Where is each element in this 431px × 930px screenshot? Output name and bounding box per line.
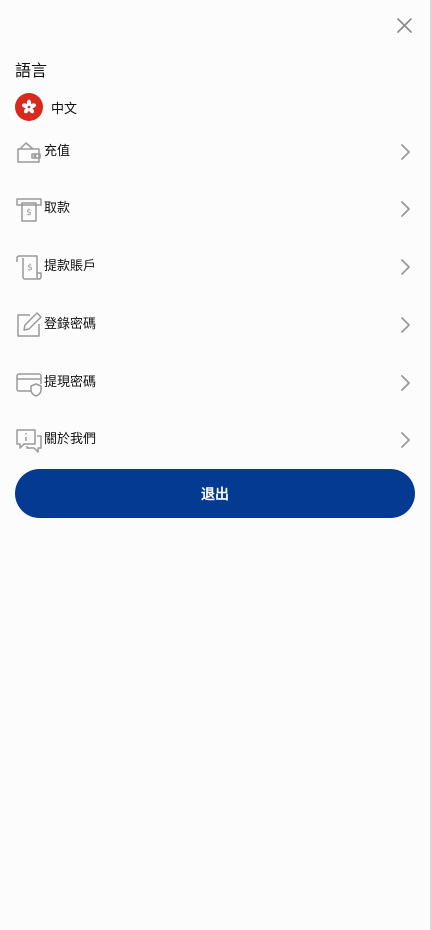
chevron-right-icon — [398, 373, 412, 393]
menu-item-label: 取款 — [44, 201, 71, 216]
close-icon — [392, 13, 418, 39]
info-chat-icon — [15, 426, 43, 454]
chevron-right-icon — [398, 430, 412, 450]
hong-kong-flag-icon — [15, 93, 43, 121]
language-section-title: 語言 — [15, 61, 48, 80]
language-label: 中文 — [51, 101, 78, 117]
language-selector[interactable]: 中文 — [15, 93, 77, 121]
menu-item-label: 提款賬戶 — [44, 259, 97, 274]
menu-item-withdraw[interactable]: $ 取款 — [0, 181, 430, 237]
wallet-icon — [15, 138, 43, 166]
menu-item-label: 充值 — [44, 144, 71, 159]
chevron-right-icon — [398, 315, 412, 335]
atm-withdraw-icon: $ — [15, 195, 43, 223]
chevron-right-icon — [398, 257, 412, 277]
menu-item-withdrawal-password[interactable]: 提現密碼 — [0, 355, 430, 411]
card-shield-icon — [15, 369, 43, 397]
logout-button[interactable]: 退出 — [15, 469, 415, 518]
receipt-account-icon: $ — [15, 253, 43, 281]
close-button[interactable] — [392, 13, 418, 39]
menu-item-recharge[interactable]: 充值 — [0, 124, 430, 180]
chevron-right-icon — [398, 199, 412, 219]
menu-item-withdrawal-account[interactable]: $ 提款賬戶 — [0, 239, 430, 295]
chevron-right-icon — [398, 142, 412, 162]
settings-drawer: 語言 中文 充值 $ 取款 $ 提款賬戶 登錄密碼 提現密碼 關於我們 退出 — [0, 0, 431, 930]
svg-text:$: $ — [27, 263, 33, 273]
menu-item-label: 提現密碼 — [44, 375, 97, 390]
edit-pencil-icon — [15, 311, 43, 339]
menu-item-login-password[interactable]: 登錄密碼 — [0, 297, 430, 353]
menu-item-label: 關於我們 — [44, 432, 97, 447]
menu-item-about-us[interactable]: 關於我們 — [0, 412, 430, 468]
svg-text:$: $ — [26, 208, 32, 218]
menu-item-label: 登錄密碼 — [44, 317, 97, 332]
